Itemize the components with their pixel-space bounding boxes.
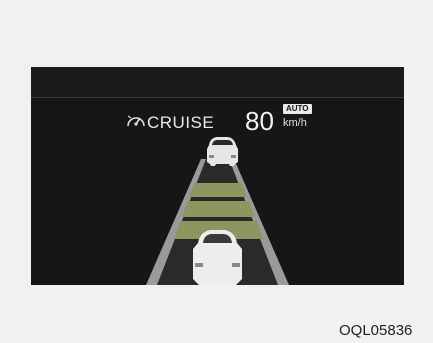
distance-bar-1 [189,183,247,197]
distance-bar-2 [182,201,255,217]
driving-assist-graphic [146,137,289,285]
own-vehicle-icon [193,230,242,285]
figure-code: OQL05836 [339,322,413,339]
auto-badge: AUTO [283,104,312,114]
speed-unit: km/h [283,117,307,129]
set-speed-value: 80 [245,106,274,136]
speedometer-cruise-icon [127,115,145,127]
manual-figure: CRUISE 80 AUTO km/h OQL05836 [0,0,433,343]
cruise-label: CRUISE [147,113,215,132]
lead-vehicle-icon [207,137,238,166]
cluster-display: CRUISE 80 AUTO km/h [31,67,404,285]
